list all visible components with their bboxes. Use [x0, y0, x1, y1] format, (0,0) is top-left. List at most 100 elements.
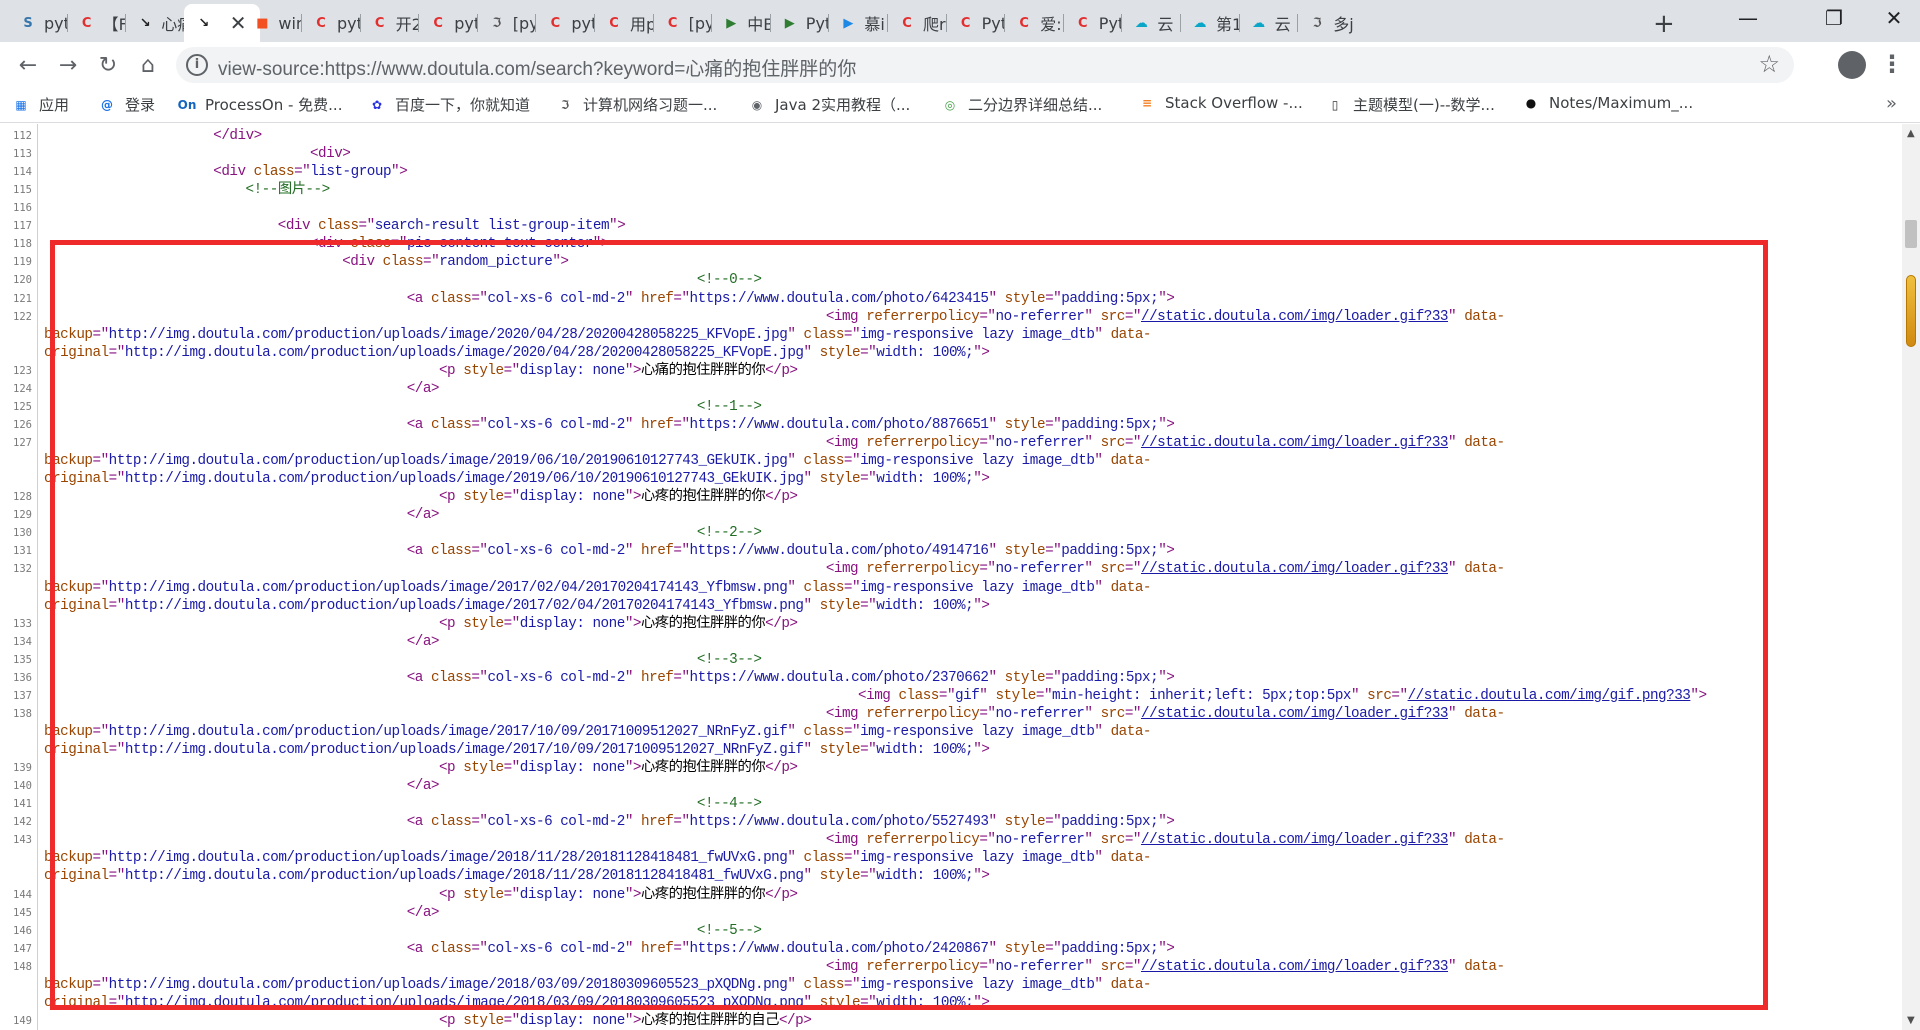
tab-5[interactable]: Cpyt: [301, 4, 359, 42]
tab-label: 爱:: [1040, 15, 1062, 34]
forward-button[interactable]: →: [54, 51, 82, 79]
tab-18[interactable]: C Pyt: [1063, 4, 1121, 42]
line-number: 126: [13, 418, 32, 431]
address-bar[interactable]: i view-source:https://www.doutula.com/se…: [176, 47, 1794, 83]
source-link[interactable]: //static.doutula.com/img/loader.gif?33: [1141, 706, 1449, 722]
source-token: referrerpolicy: [866, 832, 980, 849]
source-link[interactable]: //static.doutula.com/img/loader.gif?33: [1141, 309, 1449, 325]
tab-17[interactable]: C 爱:: [1004, 4, 1063, 42]
source-token: <p: [438, 362, 464, 379]
source-token: original: [44, 344, 109, 361]
source-token: original: [44, 994, 109, 1011]
tab-strip: + — ❐ ✕ SpytC【F↘心痛↘✕■winCpytC开2Cpytℑ[pyC…: [0, 0, 1920, 42]
tab-21[interactable]: ☁ 云: [1239, 4, 1298, 42]
tab-19[interactable]: ☁ 云: [1121, 4, 1180, 42]
source-link[interactable]: //static.doutula.com/img/gif.png?33: [1408, 688, 1691, 704]
bookmark-item[interactable]: ● Notes/Maximum_...: [1522, 94, 1693, 112]
scroll-thumb[interactable]: [1905, 220, 1917, 248]
source-link[interactable]: //static.doutula.com/img/loader.gif?33: [1141, 435, 1449, 451]
source-token: ": [988, 814, 1005, 831]
source-link[interactable]: //static.doutula.com/img/loader.gif?33: [1141, 561, 1449, 577]
source-token: ": [787, 723, 804, 740]
close-window-button[interactable]: ✕: [1874, 6, 1914, 30]
tab-1[interactable]: C 【F: [67, 4, 125, 42]
source-token: https://www.doutula.com/photo/2370662: [689, 669, 989, 686]
tab-4[interactable]: ■ win: [242, 4, 301, 42]
scroll-down-arrow-icon[interactable]: ▼: [1907, 1015, 1915, 1026]
tab-label: 多j: [1333, 15, 1354, 34]
source-token: http://img.doutula.com/production/upload…: [108, 976, 788, 993]
scroll-up-arrow-icon[interactable]: ▲: [1907, 128, 1915, 139]
tab-8[interactable]: ℑ [py: [477, 4, 535, 42]
bookmark-item[interactable]: ◉ Java 2实用教程（...: [748, 94, 911, 115]
info-icon[interactable]: i: [186, 54, 208, 76]
tab-separator: [1062, 14, 1064, 32]
bookmark-item[interactable]: ✿ 百度一下，你就知道: [368, 94, 530, 115]
source-token: ": [988, 543, 1005, 560]
source-token: ">: [624, 886, 642, 903]
bookmark-star-icon[interactable]: ☆: [1758, 50, 1780, 78]
back-button[interactable]: ←: [14, 51, 42, 79]
tab-20[interactable]: ☁ 第1: [1180, 4, 1239, 42]
tab-9[interactable]: Cpyt: [535, 4, 594, 42]
tab-14[interactable]: ▶ 慕i: [828, 4, 887, 42]
bookmark-item[interactable]: @ 登录: [98, 94, 155, 115]
source-token: ">: [624, 1012, 642, 1029]
bookmark-item[interactable]: On ProcessOn - 免费...: [178, 94, 343, 115]
source-token: =": [294, 164, 311, 181]
bookmark-item[interactable]: ℑ 计算机网络习题一...: [556, 94, 718, 115]
tab-13[interactable]: ▶ Pyt: [770, 4, 829, 42]
scroll-knob[interactable]: [1906, 275, 1916, 347]
maximize-button[interactable]: ❐: [1814, 6, 1854, 30]
source-token: data-: [1464, 435, 1505, 452]
source-token: </p>: [765, 760, 798, 777]
source-token: <img: [858, 687, 899, 704]
bookmark-item[interactable]: ▦ 应用: [12, 94, 69, 115]
source-link[interactable]: //static.doutula.com/img/loader.gif?33: [1141, 832, 1449, 848]
source-token: <img: [825, 705, 867, 722]
bookmark-item[interactable]: ◎ 二分边界详细总结...: [941, 94, 1103, 115]
source-token: ": [787, 579, 804, 596]
source-token: =": [503, 886, 521, 903]
source-token: style: [1004, 543, 1046, 560]
source-token: style: [819, 868, 861, 885]
source-token: href: [641, 814, 674, 831]
line-number: 116: [13, 202, 32, 215]
tab-6[interactable]: C 开2: [360, 4, 418, 42]
reload-button[interactable]: ↻: [94, 51, 122, 79]
tab-0[interactable]: Spyt: [8, 4, 66, 42]
new-tab-button[interactable]: +: [1653, 9, 1675, 39]
tab-12[interactable]: ▶ 中B: [711, 4, 770, 42]
bookmarks-overflow-icon[interactable]: »: [1886, 93, 1897, 114]
source-token: =": [1045, 669, 1062, 686]
source-token: <a: [406, 669, 431, 686]
source-token: 心疼的抱住胖胖的你: [640, 886, 766, 903]
source-token: src: [1100, 958, 1126, 975]
tab-16[interactable]: C Pyt: [946, 4, 1004, 42]
tab-22[interactable]: ℑ 多j: [1297, 4, 1356, 42]
source-token: width: 100%;: [876, 597, 974, 614]
source-token: ": [1084, 958, 1101, 975]
bookmark-item[interactable]: ▯ 主题模型(一)--数学...: [1326, 94, 1495, 115]
source-token: http://img.doutula.com/production/upload…: [124, 597, 804, 614]
profile-avatar[interactable]: [1838, 51, 1866, 79]
source-token: style: [1004, 669, 1046, 686]
source-token: style: [463, 362, 504, 379]
tab-10[interactable]: C 用p: [594, 4, 652, 42]
source-link[interactable]: //static.doutula.com/img/loader.gif?33: [1141, 959, 1449, 975]
source-token: original: [44, 742, 109, 759]
source-line: <p style="display: none">心疼的抱住胖胖的你</p>: [439, 488, 798, 506]
source-line: original="http://img.doutula.com/product…: [44, 344, 990, 362]
tab-15[interactable]: C 爬r: [887, 4, 945, 42]
vertical-scrollbar[interactable]: ▲ ▼: [1902, 124, 1920, 1030]
line-number: 114: [13, 166, 32, 179]
tab-11[interactable]: C [py: [653, 4, 711, 42]
tab-2[interactable]: ↘ 心痛: [125, 4, 184, 42]
minimize-button[interactable]: —: [1728, 6, 1768, 30]
bookmark-item[interactable]: ≡ Stack Overflow -...: [1138, 94, 1303, 112]
home-button[interactable]: ⌂: [134, 51, 162, 79]
url-text[interactable]: view-source:https://www.doutula.com/sear…: [218, 54, 856, 81]
source-token: style: [463, 760, 504, 777]
menu-dots-icon[interactable]: ⋮: [1880, 50, 1904, 78]
tab-7[interactable]: Cpyt: [418, 4, 476, 42]
